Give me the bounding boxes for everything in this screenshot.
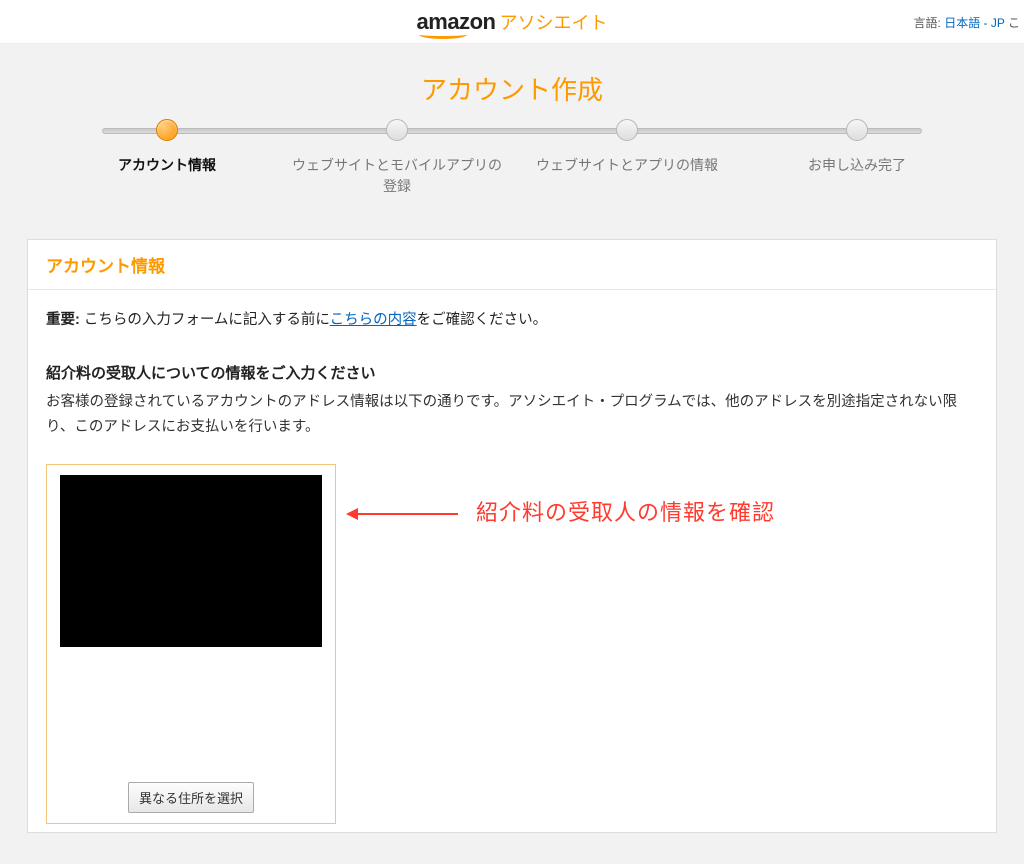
language-link: 日本語 - JP [944, 16, 1004, 30]
stepper-nodes: アカウント情報 ウェブサイトとモバイルアプリの登録 ウェブサイトとアプリの情報 … [57, 119, 967, 197]
step-website-registration[interactable]: ウェブサイトとモバイルアプリの登録 [287, 119, 507, 197]
logo-amazon: amazon [417, 9, 496, 35]
choose-different-address-button[interactable]: 異なる住所を選択 [128, 782, 254, 813]
annotation-callout: 紹介料の受取人の情報を確認 [356, 494, 775, 533]
step-label: ウェブサイトとアプリの情報 [517, 155, 737, 176]
address-card[interactable]: 異なる住所を選択 [46, 464, 336, 824]
step-label: お申し込み完了 [747, 155, 967, 176]
step-complete[interactable]: お申し込み完了 [747, 119, 967, 197]
logo-associate: アソシエイト [499, 9, 607, 35]
top-header: amazon アソシエイト 言語: 日本語 - JP こ [0, 0, 1024, 44]
important-text-pre: こちらの入力フォームに記入する前に [80, 312, 330, 328]
step-label: ウェブサイトとモバイルアプリの登録 [287, 155, 507, 197]
card-title: アカウント情報 [46, 252, 978, 277]
address-area: 異なる住所を選択 紹介料の受取人の情報を確認 [46, 464, 978, 824]
step-website-info[interactable]: ウェブサイトとアプリの情報 [517, 119, 737, 197]
important-label: 重要: [46, 312, 80, 328]
step-dot-icon [156, 119, 178, 141]
step-account-info[interactable]: アカウント情報 [57, 119, 277, 197]
payee-info-title: 紹介料の受取人についての情報をご入力ください [46, 361, 978, 387]
card-header: アカウント情報 [28, 240, 996, 290]
arrow-left-icon [348, 513, 458, 515]
annotation-text: 紹介料の受取人の情報を確認 [476, 494, 775, 533]
step-dot-icon [386, 119, 408, 141]
language-extra-char: こ [1008, 16, 1020, 30]
payee-info-description: お客様の登録されているアカウントのアドレス情報は以下の通りです。アソシエイト・プ… [46, 390, 978, 441]
step-dot-icon [846, 119, 868, 141]
important-notice: 重要: こちらの入力フォームに記入する前にこちらの内容をご確認ください。 [46, 308, 978, 333]
card-body: 重要: こちらの入力フォームに記入する前にこちらの内容をご確認ください。 紹介料… [28, 290, 996, 832]
language-switcher[interactable]: 言語: 日本語 - JP こ [914, 14, 1021, 31]
address-redacted-block [60, 475, 322, 647]
page-title: アカウント作成 [0, 70, 1024, 107]
important-link[interactable]: こちらの内容 [330, 312, 417, 328]
progress-stepper: アカウント情報 ウェブサイトとモバイルアプリの登録 ウェブサイトとアプリの情報 … [57, 119, 967, 199]
step-dot-icon [616, 119, 638, 141]
step-label: アカウント情報 [57, 155, 277, 176]
logo[interactable]: amazon アソシエイト [417, 9, 608, 35]
important-text-post: をご確認ください。 [417, 312, 548, 328]
language-label: 言語: [914, 16, 941, 30]
account-info-card: アカウント情報 重要: こちらの入力フォームに記入する前にこちらの内容をご確認く… [27, 239, 997, 833]
